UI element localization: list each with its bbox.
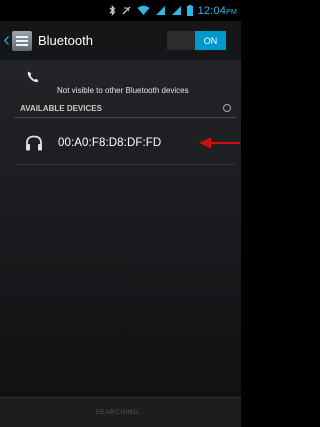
back-caret-icon[interactable] (3, 21, 9, 60)
wifi-icon (137, 5, 150, 15)
device-name: 00:A0:F8:D8:DF:FD (58, 137, 162, 149)
clock-ampm: PM (226, 8, 237, 16)
search-button-label: SEARCHING... (95, 409, 146, 416)
bluetooth-icon (109, 5, 115, 16)
clock: 12:04PM (198, 5, 237, 17)
status-bar: 12:04PM (0, 0, 241, 21)
this-device-row[interactable]: Not visible to other Bluetooth devices (0, 64, 241, 100)
phone-icon (27, 71, 39, 83)
content-area: Not visible to other Bluetooth devices A… (0, 60, 241, 397)
clock-time: 12:04 (197, 4, 227, 17)
annotation-arrow-icon (199, 137, 240, 149)
available-devices-header: AVAILABLE DEVICES (0, 100, 241, 118)
search-button[interactable]: SEARCHING... (0, 397, 241, 427)
signal-icon (155, 6, 165, 15)
toggle-on-label: ON (195, 31, 226, 50)
headphones-icon (26, 135, 42, 151)
visibility-status: Not visible to other Bluetooth devices (57, 86, 189, 95)
action-bar: Bluetooth ON (0, 21, 241, 60)
settings-app-icon[interactable] (12, 30, 32, 51)
bluetooth-toggle[interactable]: ON (167, 31, 226, 50)
divider (14, 164, 236, 165)
section-title: AVAILABLE DEVICES (20, 104, 102, 113)
battery-icon (186, 5, 193, 16)
page-title: Bluetooth (38, 33, 93, 48)
signal-2-icon (171, 6, 181, 15)
progress-spinner-icon (223, 104, 231, 112)
no-vibrate-icon (122, 6, 131, 15)
